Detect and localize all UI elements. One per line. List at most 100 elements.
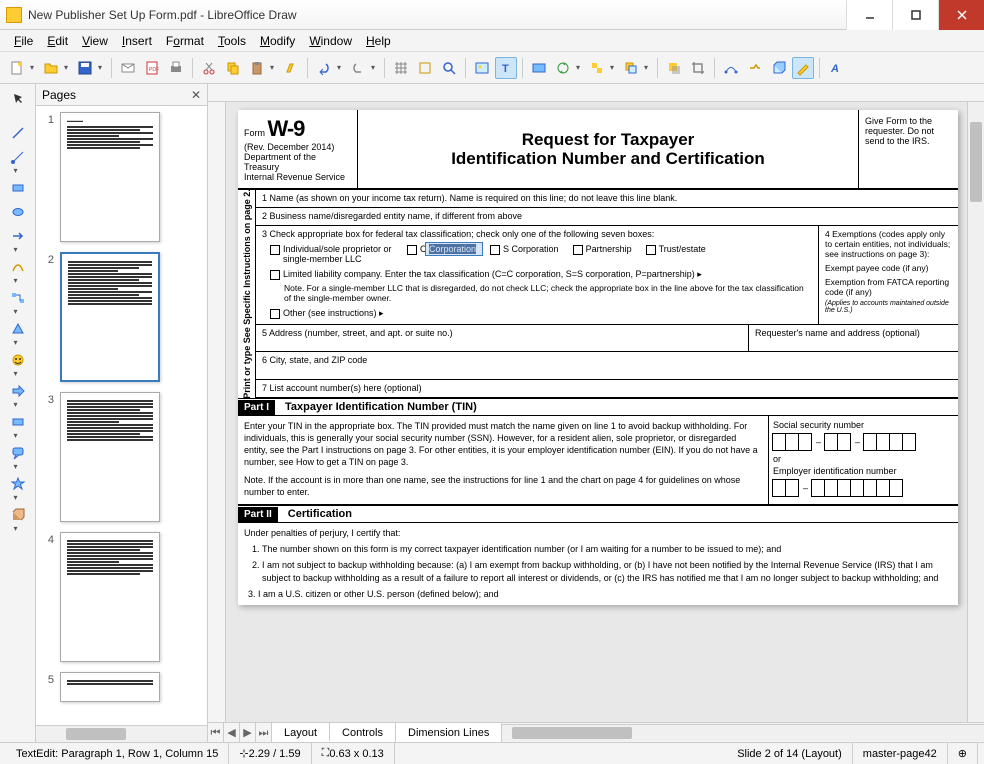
vscrollbar[interactable]	[967, 102, 984, 722]
zoom-button[interactable]	[438, 57, 460, 79]
app-icon	[6, 7, 22, 23]
pdf-button[interactable]: PDF	[141, 57, 163, 79]
status-master[interactable]: master-page42	[853, 743, 948, 764]
w9-line4: 4 Exemptions (codes apply only to certai…	[825, 229, 952, 259]
page-thumb-5[interactable]	[60, 672, 160, 702]
chk-other[interactable]	[270, 309, 280, 319]
format-paintbrush-button[interactable]	[280, 57, 302, 79]
tab-controls[interactable]: Controls	[330, 723, 396, 742]
ellipse-tool[interactable]	[5, 201, 31, 223]
pages-close-icon[interactable]: ✕	[191, 88, 201, 102]
menu-help[interactable]: Help	[360, 32, 397, 50]
extrusion-button[interactable]	[768, 57, 790, 79]
arrow-tool[interactable]	[5, 225, 31, 247]
part2-title: Certification	[278, 506, 362, 522]
exempt2: Exemption from FATCA reporting code (if …	[825, 277, 952, 297]
ein-boxes[interactable]: –	[773, 479, 954, 497]
undo-button[interactable]	[313, 57, 335, 79]
select-tool[interactable]	[5, 88, 31, 110]
tab-first[interactable]: ⏮	[208, 723, 224, 742]
connector-tool[interactable]	[5, 287, 31, 309]
page-thumb-2[interactable]	[60, 252, 160, 382]
flowchart-tool[interactable]	[5, 411, 31, 433]
text-button[interactable]: T	[495, 57, 517, 79]
transform-button[interactable]	[552, 57, 574, 79]
pages-hscroll[interactable]	[36, 725, 207, 742]
3d-tool[interactable]	[5, 504, 31, 526]
rect-tool[interactable]	[5, 177, 31, 199]
w9-line2: 2 Business name/disregarded entity name,…	[256, 208, 958, 226]
copy-button[interactable]	[222, 57, 244, 79]
canvas-hscroll[interactable]	[502, 724, 984, 741]
redo-button[interactable]	[347, 57, 369, 79]
chk-scorp[interactable]	[490, 245, 500, 255]
grid-button[interactable]	[390, 57, 412, 79]
tab-dimension[interactable]: Dimension Lines	[396, 723, 502, 742]
chk-partnership[interactable]	[573, 245, 583, 255]
curve-tool[interactable]	[5, 256, 31, 278]
basic-shapes-tool[interactable]	[5, 318, 31, 340]
save-button[interactable]	[74, 57, 96, 79]
minimize-button[interactable]	[846, 0, 892, 30]
tab-prev[interactable]: ◀	[224, 723, 240, 742]
part1-title: Taxpayer Identification Number (TIN)	[275, 399, 487, 415]
block-arrow-tool[interactable]	[5, 380, 31, 402]
line-ends-tool[interactable]	[5, 146, 31, 168]
align-button[interactable]	[586, 57, 608, 79]
page-thumb-1[interactable]: ▬▬▬▬	[60, 112, 160, 242]
maximize-button[interactable]	[892, 0, 938, 30]
thumb-num-2: 2	[42, 252, 54, 382]
tab-next[interactable]: ▶	[240, 723, 256, 742]
menu-format[interactable]: Format	[160, 32, 210, 50]
arrange-button[interactable]	[620, 57, 642, 79]
document-page[interactable]: Form W-9 (Rev. December 2014) Department…	[238, 110, 958, 605]
pages-thumbnails[interactable]: 1▬▬▬▬ 2 3 4 5	[36, 106, 207, 725]
form-title2: Identification Number and Certification	[364, 149, 852, 168]
glue-button[interactable]	[744, 57, 766, 79]
tab-last[interactable]: ⏭	[256, 723, 272, 742]
page-thumb-3[interactable]	[60, 392, 160, 522]
cut-button[interactable]	[198, 57, 220, 79]
chk-llc[interactable]	[270, 270, 280, 280]
window-title: New Publisher Set Up Form.pdf - LibreOff…	[28, 8, 846, 22]
selection-box[interactable]	[425, 242, 483, 256]
form-give: Give Form to the requester. Do not send …	[858, 110, 958, 188]
menu-view[interactable]: View	[76, 32, 114, 50]
draw-functions-button[interactable]	[792, 57, 814, 79]
fontwork-button[interactable]	[528, 57, 550, 79]
star-tool[interactable]	[5, 473, 31, 495]
ssn-label: Social security number	[773, 420, 954, 430]
menu-insert[interactable]: Insert	[116, 32, 158, 50]
svg-text:PDF: PDF	[149, 67, 159, 73]
points-button[interactable]	[720, 57, 742, 79]
open-button[interactable]	[40, 57, 62, 79]
menu-tools[interactable]: Tools	[212, 32, 252, 50]
chk-trust[interactable]	[646, 245, 656, 255]
menu-file[interactable]: File	[8, 32, 39, 50]
line-tool[interactable]	[5, 122, 31, 144]
print-button[interactable]	[165, 57, 187, 79]
helplines-button[interactable]	[414, 57, 436, 79]
fontwork-gallery-button[interactable]: A	[825, 57, 847, 79]
status-fit[interactable]: ⊕	[948, 743, 978, 764]
menu-modify[interactable]: Modify	[254, 32, 301, 50]
page-thumb-4[interactable]	[60, 532, 160, 662]
callout-tool[interactable]	[5, 442, 31, 464]
symbol-tool[interactable]	[5, 349, 31, 371]
new-button[interactable]	[6, 57, 28, 79]
email-button[interactable]	[117, 57, 139, 79]
ruler-horizontal	[208, 84, 984, 102]
w9-line1: 1 Name (as shown on your income tax retu…	[256, 190, 958, 208]
canvas-scroll[interactable]: Form W-9 (Rev. December 2014) Department…	[208, 102, 984, 722]
close-button[interactable]	[938, 0, 984, 30]
tab-layout[interactable]: Layout	[272, 723, 330, 742]
paste-button[interactable]	[246, 57, 268, 79]
menu-window[interactable]: Window	[303, 32, 358, 50]
menu-edit[interactable]: Edit	[41, 32, 74, 50]
crop-button[interactable]	[687, 57, 709, 79]
image-button[interactable]	[471, 57, 493, 79]
shadow-button[interactable]	[663, 57, 685, 79]
chk-individual[interactable]	[270, 245, 280, 255]
ssn-boxes[interactable]: ––	[773, 433, 954, 451]
chk-ccorp[interactable]	[407, 245, 417, 255]
